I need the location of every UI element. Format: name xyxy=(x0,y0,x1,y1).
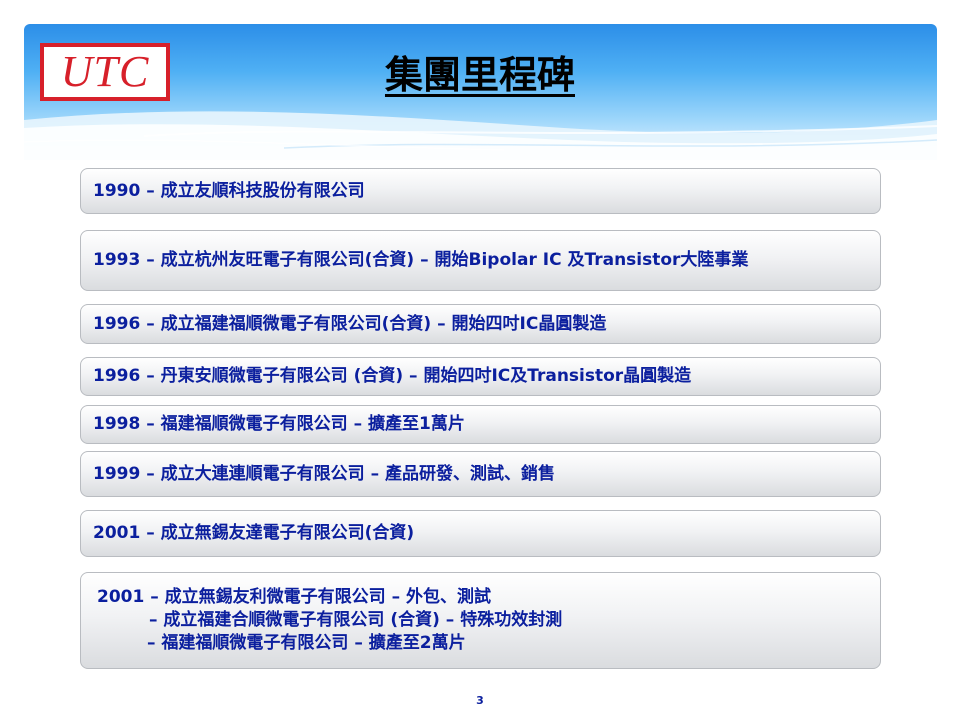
milestone-text: 1993 – 成立杭州友旺電子有限公司(合資) – 開始Bipolar IC 及… xyxy=(93,250,749,270)
milestone-text: 1996 – 丹東安順微電子有限公司 (合資) – 開始四吋IC及Transis… xyxy=(93,366,692,386)
milestone-text: 1996 – 成立福建福順微電子有限公司(合資) – 開始四吋IC晶圓製造 xyxy=(93,313,607,334)
logo-text: UTC xyxy=(60,47,150,96)
milestone-box: 1993 – 成立杭州友旺電子有限公司(合資) – 開始Bipolar IC 及… xyxy=(80,230,881,291)
page-title: 集團里程碑 xyxy=(384,53,575,97)
milestone-box: 2001 – 成立無錫友達電子有限公司(合資) xyxy=(80,510,881,557)
milestone-text: 2001 – 成立無錫友達電子有限公司(合資) xyxy=(93,523,415,543)
milestone-text: 1999 – 成立大連連順電子有限公司 – 產品研發、測試、銷售 xyxy=(93,463,555,484)
milestone-box: 1996 – 成立福建福順微電子有限公司(合資) – 開始四吋IC晶圓製造 xyxy=(80,304,881,344)
milestone-box: 1998 – 福建福順微電子有限公司 – 擴產至1萬片 xyxy=(80,405,881,444)
milestone-box: 2001 – 成立無錫友利微電子有限公司 – 外包、測試 – 成立福建合順微電子… xyxy=(80,572,881,669)
milestone-box: 1999 – 成立大連連順電子有限公司 – 產品研發、測試、銷售 xyxy=(80,451,881,497)
milestone-text: 1990 – 成立友順科技股份有限公司 xyxy=(93,180,365,201)
milestone-text: 1998 – 福建福順微電子有限公司 – 擴產至1萬片 xyxy=(93,414,465,434)
milestone-text: 2001 – 成立無錫友利微電子有限公司 – 外包、測試 xyxy=(97,587,491,607)
utc-logo: UTC xyxy=(40,43,170,101)
milestone-text: – 成立福建合順微電子有限公司 (合資) – 特殊功效封測 xyxy=(149,610,563,630)
milestone-box: 1996 – 丹東安順微電子有限公司 (合資) – 開始四吋IC及Transis… xyxy=(80,357,881,396)
milestone-box: 1990 – 成立友順科技股份有限公司 xyxy=(80,168,881,214)
page-number: 3 xyxy=(476,694,484,707)
milestone-text: – 福建福順微電子有限公司 – 擴產至2萬片 xyxy=(147,633,466,653)
